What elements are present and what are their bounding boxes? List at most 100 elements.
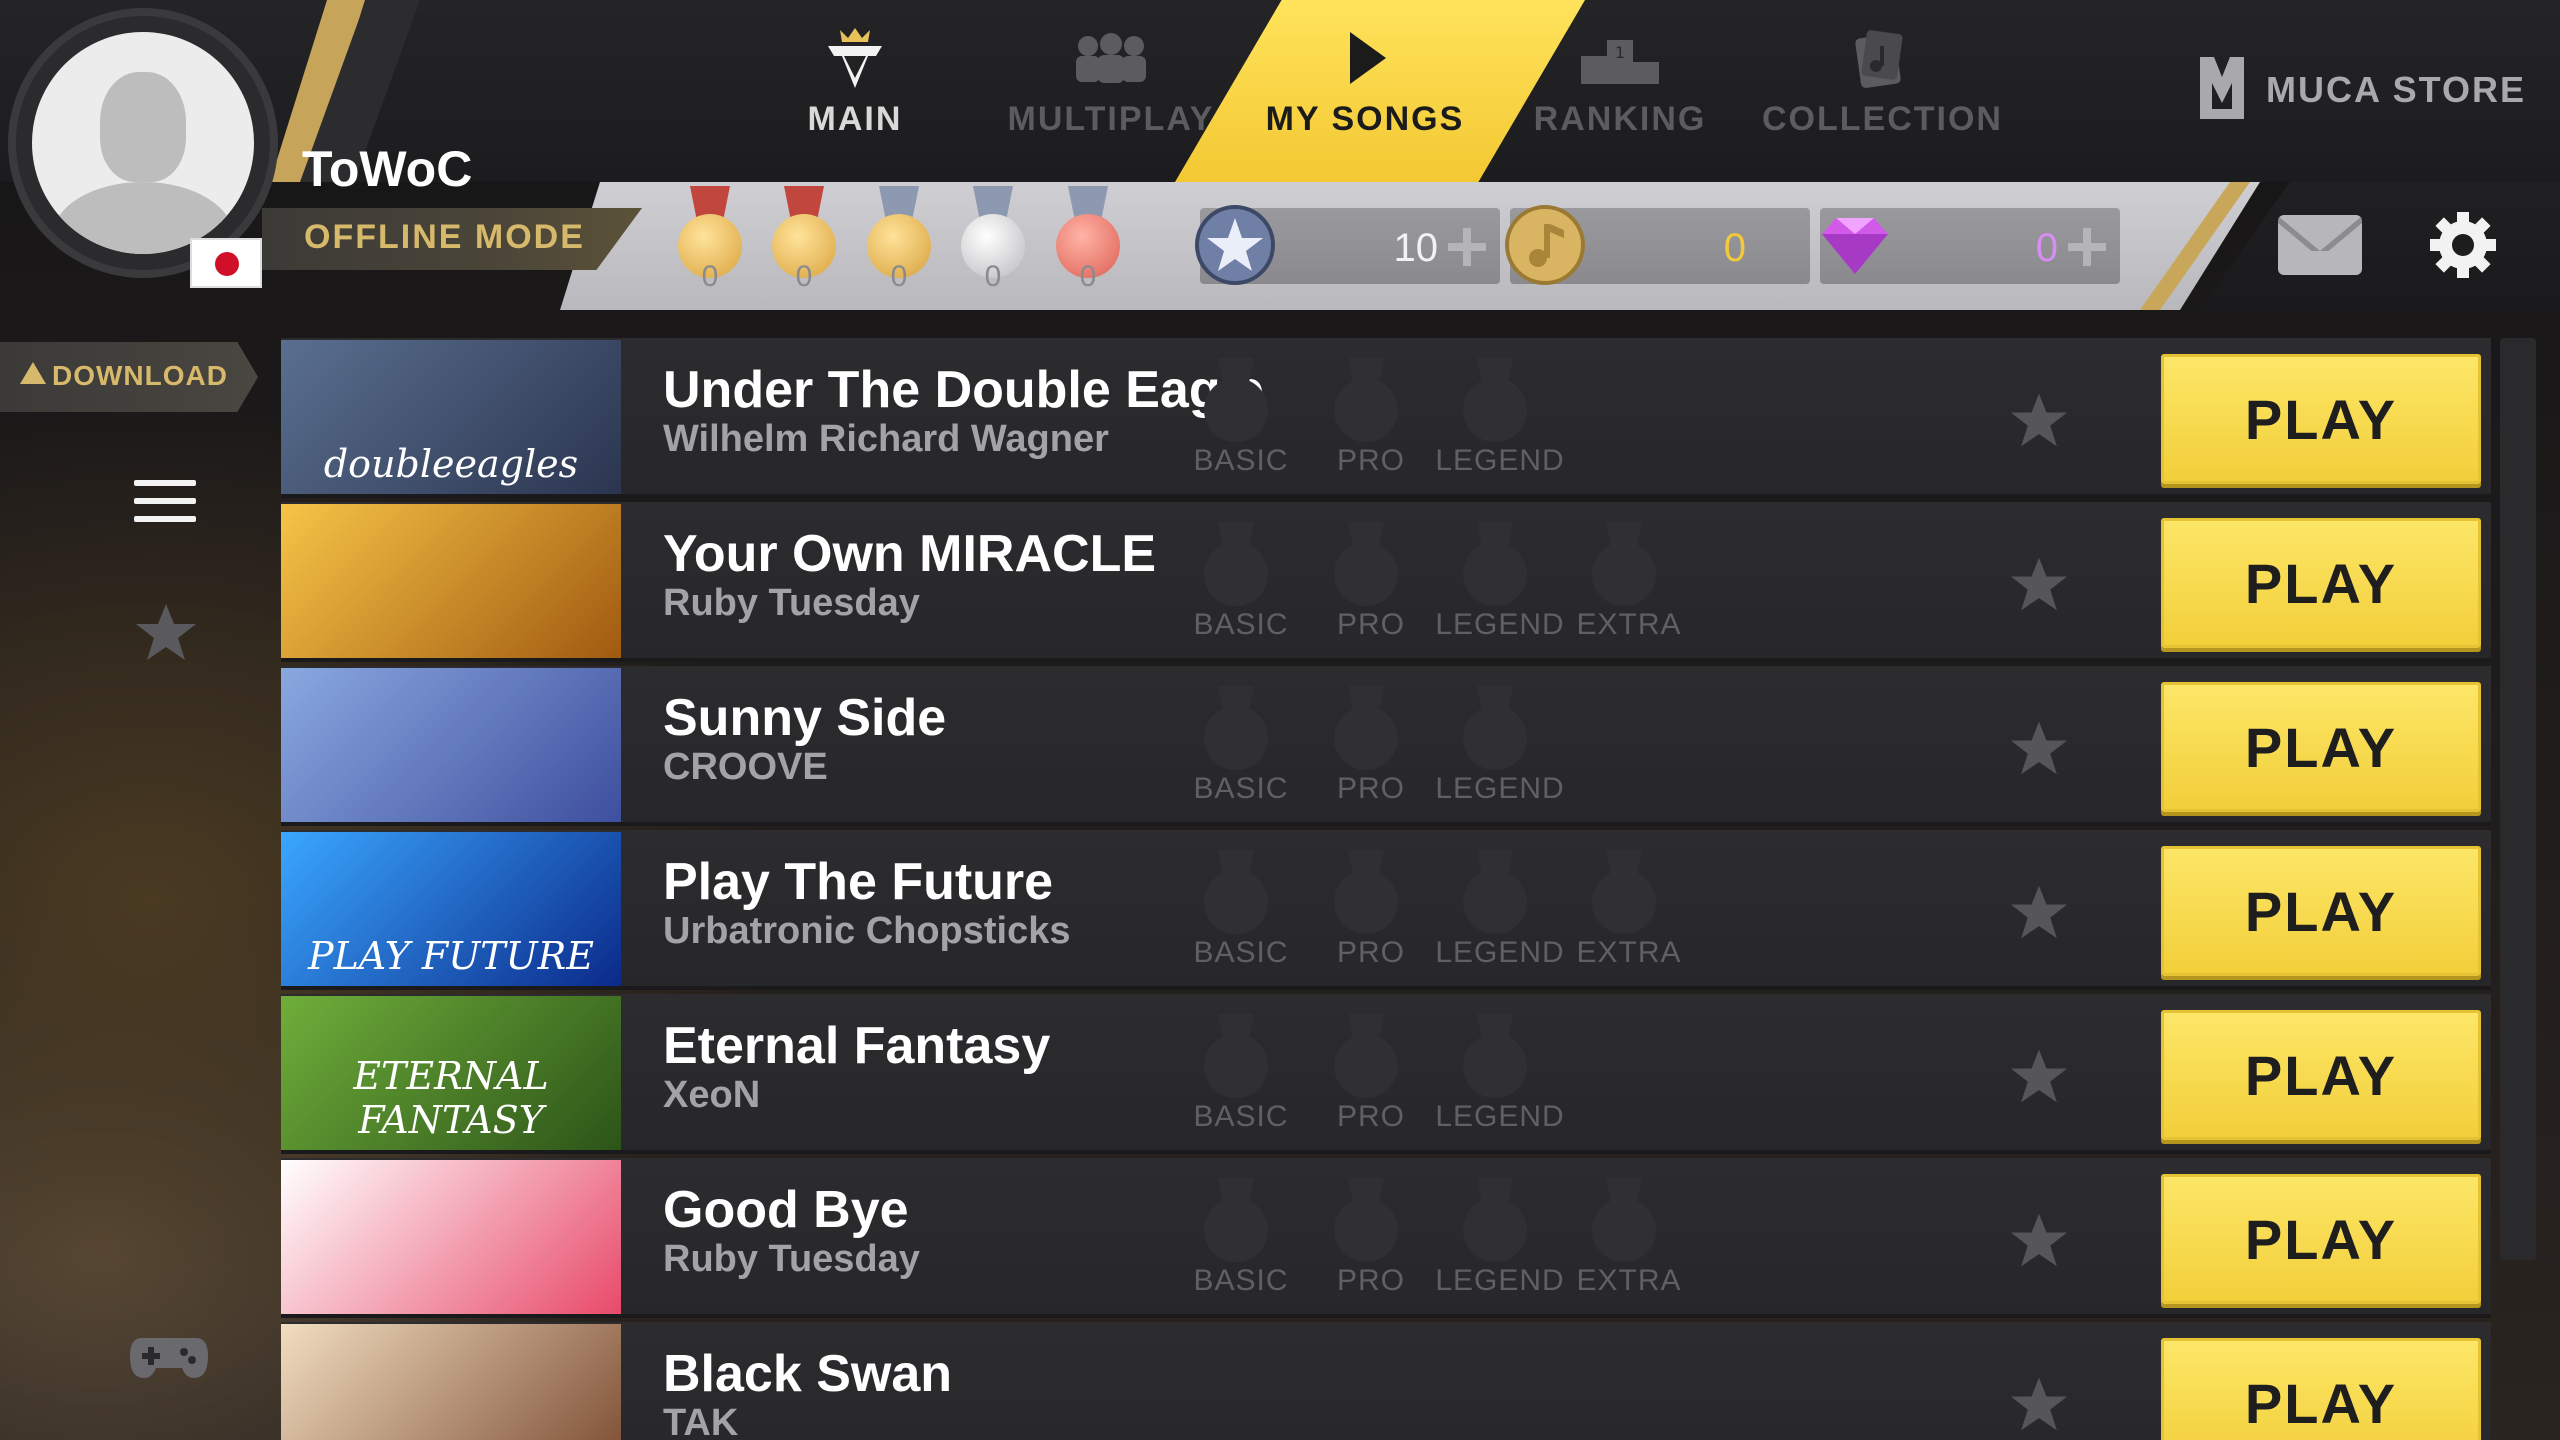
song-artist: Urbatronic Chopsticks bbox=[663, 910, 1071, 952]
play-button[interactable]: PLAY bbox=[2161, 1174, 2481, 1304]
app-screen: OFFLINE MODE ToWoC MAIN MULTIPLAY MY SON… bbox=[0, 0, 2560, 1440]
favorite-star-icon[interactable] bbox=[2009, 1046, 2069, 1106]
difficulty-medal-icon bbox=[1584, 1178, 1664, 1268]
difficulty-medal-icon bbox=[1196, 358, 1276, 448]
gem-currency[interactable]: 0 bbox=[1820, 208, 2120, 284]
podium-icon: 1 bbox=[1575, 26, 1665, 90]
avatar-image bbox=[32, 32, 254, 254]
tab-collection[interactable]: COLLECTION bbox=[1762, 26, 2003, 156]
difficulty-label-legend: LEGEND bbox=[1435, 772, 1565, 805]
song-artist: CROOVE bbox=[663, 746, 828, 788]
difficulty-label-basic: BASIC bbox=[1193, 1100, 1289, 1133]
song-row[interactable]: Good Bye Ruby Tuesday BASIC PRO LEGEND EXTRA P… bbox=[281, 1158, 2491, 1318]
song-row[interactable]: Black Swan TAK PLAY bbox=[281, 1322, 2491, 1440]
difficulty-label-pro: PRO bbox=[1336, 1264, 1405, 1297]
star-currency[interactable]: 10 bbox=[1195, 205, 1500, 285]
difficulty-label-legend: LEGEND bbox=[1435, 1264, 1565, 1297]
tab-collection-label: COLLECTION bbox=[1762, 100, 2003, 138]
difficulty-label-pro: PRO bbox=[1336, 1100, 1405, 1133]
song-title: Sunny Side bbox=[663, 689, 947, 747]
song-row[interactable]: ETERNAL FANTASY Eternal Fantasy XeoN BASIC P… bbox=[281, 994, 2491, 1154]
gear-icon[interactable] bbox=[2428, 210, 2498, 280]
star-coin-icon bbox=[1192, 202, 1278, 288]
difficulty-label-basic: BASIC bbox=[1193, 444, 1289, 477]
difficulty-label-pro: PRO bbox=[1336, 608, 1405, 641]
difficulty-label-basic: BASIC bbox=[1193, 936, 1289, 969]
song-jacket-image: ETERNAL FANTASY bbox=[281, 996, 621, 1150]
coin-currency[interactable]: 0 bbox=[1505, 205, 1810, 285]
difficulty-medal-icon bbox=[1196, 522, 1276, 612]
tab-main-label: MAIN bbox=[807, 100, 903, 138]
song-jacket-logo: ETERNAL FANTASY bbox=[353, 1054, 549, 1142]
difficulty-label-basic: BASIC bbox=[1193, 608, 1289, 641]
song-title: Under The Double Eagle bbox=[663, 361, 1264, 419]
song-artist: XeoN bbox=[663, 1074, 761, 1116]
song-artist: Ruby Tuesday bbox=[663, 1238, 920, 1280]
play-button[interactable]: PLAY bbox=[2161, 354, 2481, 484]
difficulty-medal-icon bbox=[1455, 522, 1535, 612]
favorite-star-icon[interactable] bbox=[2009, 1374, 2069, 1434]
favorite-star-icon[interactable] bbox=[2009, 390, 2069, 450]
difficulty-medal-icon bbox=[1326, 522, 1406, 612]
medal-count: 0 bbox=[890, 260, 908, 293]
medal-gold-3: 0 bbox=[864, 186, 934, 296]
song-jacket-image bbox=[281, 1324, 621, 1440]
japan-flag-icon bbox=[190, 238, 262, 288]
offline-mode-badge: OFFLINE MODE bbox=[262, 208, 642, 270]
song-jacket-image: PLAY FUTURE bbox=[281, 832, 621, 986]
difficulty-label-pro: PRO bbox=[1336, 772, 1405, 805]
difficulty-medal-icon bbox=[1196, 686, 1276, 776]
difficulty-medal-icon bbox=[1455, 358, 1535, 448]
medal-count: 0 bbox=[795, 260, 813, 293]
play-button[interactable]: PLAY bbox=[2161, 1010, 2481, 1140]
difficulty-medal-icon bbox=[1326, 1014, 1406, 1104]
song-row[interactable]: doubleeagles Under The Double Eagle Wilhel… bbox=[281, 338, 2491, 498]
menu-icon[interactable] bbox=[134, 480, 196, 524]
song-title: Your Own MIRACLE bbox=[663, 525, 1157, 583]
song-row[interactable]: PLAY FUTURE Play The Future Urbatronic Cho… bbox=[281, 830, 2491, 990]
song-title: Good Bye bbox=[663, 1181, 909, 1239]
song-jacket-logo: PLAY FUTURE bbox=[308, 934, 594, 978]
offline-mode-label: OFFLINE MODE bbox=[304, 218, 585, 256]
song-row[interactable]: Your Own MIRACLE Ruby Tuesday BASIC PRO LEGE… bbox=[281, 502, 2491, 662]
difficulty-label-extra: EXTRA bbox=[1576, 608, 1682, 641]
tab-main[interactable]: MAIN bbox=[740, 26, 970, 156]
favorite-star-icon[interactable] bbox=[2009, 1210, 2069, 1270]
mail-icon[interactable] bbox=[2278, 215, 2362, 275]
download-button[interactable]: DOWNLOAD bbox=[0, 342, 258, 412]
difficulty-medal-icon bbox=[1455, 686, 1535, 776]
tab-multiplay[interactable]: MULTIPLAY bbox=[996, 26, 1226, 156]
favorite-star-icon[interactable] bbox=[2009, 554, 2069, 614]
diamond-icon bbox=[1812, 202, 1898, 288]
song-row[interactable]: Sunny Side CROOVE BASIC PRO LEGEND PLAY bbox=[281, 666, 2491, 826]
play-button[interactable]: PLAY bbox=[2161, 1338, 2481, 1440]
tab-ranking[interactable]: 1 RANKING bbox=[1505, 26, 1735, 156]
add-stars-icon[interactable] bbox=[1448, 228, 1486, 266]
song-title: Play The Future bbox=[663, 853, 1054, 911]
difficulty-label-legend: LEGEND bbox=[1435, 1100, 1565, 1133]
medal-count: 0 bbox=[701, 260, 719, 293]
tab-my-songs[interactable]: MY SONGS bbox=[1250, 26, 1480, 156]
medal-count: 0 bbox=[1079, 260, 1097, 293]
favorite-star-icon[interactable] bbox=[2009, 882, 2069, 942]
favorites-star-icon[interactable] bbox=[134, 600, 198, 664]
muca-store-button[interactable]: MUCA STORE bbox=[2196, 50, 2526, 130]
favorite-star-icon[interactable] bbox=[2009, 718, 2069, 778]
play-icon bbox=[1320, 26, 1410, 90]
difficulty-label-basic: BASIC bbox=[1193, 772, 1289, 805]
add-gems-icon[interactable] bbox=[2068, 228, 2106, 266]
play-button[interactable]: PLAY bbox=[2161, 682, 2481, 812]
play-button[interactable]: PLAY bbox=[2161, 846, 2481, 976]
triangle-up-icon bbox=[20, 362, 46, 384]
song-jacket-image bbox=[281, 1160, 621, 1314]
difficulty-label-basic: BASIC bbox=[1193, 1264, 1289, 1297]
gamepad-icon[interactable] bbox=[128, 1330, 210, 1382]
note-coin-icon bbox=[1502, 202, 1588, 288]
difficulty-medal-icon bbox=[1455, 1178, 1535, 1268]
play-button[interactable]: PLAY bbox=[2161, 518, 2481, 648]
song-list[interactable]: doubleeagles Under The Double Eagle Wilhel… bbox=[281, 338, 2491, 1440]
scrollbar[interactable] bbox=[2500, 338, 2536, 1260]
gem-currency-value: 0 bbox=[2035, 226, 2058, 270]
difficulty-medal-icon bbox=[1196, 1014, 1276, 1104]
song-artist: Wilhelm Richard Wagner bbox=[663, 418, 1109, 460]
